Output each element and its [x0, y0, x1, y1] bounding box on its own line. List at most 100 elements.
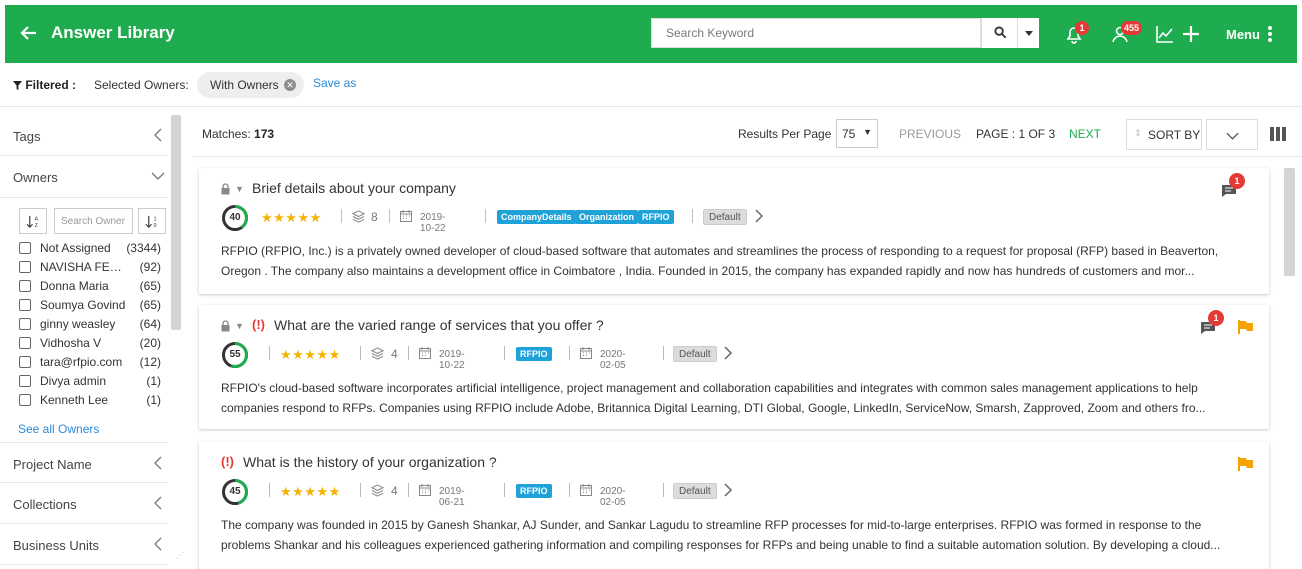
facet-business-units[interactable]: Business Units [0, 524, 168, 565]
owner-checkbox[interactable] [19, 356, 31, 368]
results-scrollbar[interactable] [1284, 168, 1295, 276]
search-input[interactable] [652, 19, 980, 47]
sort-alpha-icon: A Z [26, 215, 38, 229]
tag-badge[interactable]: CompanyDetails [497, 210, 576, 224]
search-button[interactable] [981, 18, 1017, 48]
resize-grip-icon[interactable]: ⋰ [176, 551, 186, 561]
matches-label: Matches: [202, 127, 251, 141]
owner-checkbox[interactable] [19, 280, 31, 292]
owner-checkbox[interactable] [19, 299, 31, 311]
facet-project-name[interactable]: Project Name [0, 442, 168, 483]
sort-by-button[interactable]: ⇕ SORT BY [1126, 119, 1202, 150]
score-value: 55 [229, 349, 241, 360]
next-page-button[interactable]: NEXT [1069, 127, 1101, 141]
results-per-page-select[interactable]: 75 ▼ [836, 119, 878, 148]
flag-icon[interactable] [1238, 457, 1254, 471]
owner-name: Not Assigned [40, 241, 111, 255]
updated-date: 2020-02-05 [600, 349, 626, 371]
previous-page-button[interactable]: PREVIOUS [899, 127, 961, 141]
caret-down-icon[interactable]: ▼ [235, 321, 244, 331]
updated-date: 2020-02-05 [600, 486, 626, 508]
filter-bar: Filtered : Selected Owners: With Owners … [0, 63, 1302, 107]
facet-owners[interactable]: Owners [0, 156, 168, 197]
tag-badge[interactable]: RFPIO [516, 347, 552, 361]
owner-checkbox[interactable] [19, 337, 31, 349]
owner-checkbox[interactable] [19, 242, 31, 254]
chevron-down-icon [1226, 132, 1239, 140]
chevron-right-icon[interactable] [723, 483, 733, 497]
owner-filter-item[interactable]: Divya admin (1) [19, 372, 161, 391]
sort-direction-dropdown[interactable] [1206, 119, 1258, 150]
answer-card[interactable]: ▼ Brief details about your company 1 40 … [199, 168, 1269, 294]
owner-count: (3344) [126, 241, 161, 255]
owner-filter-item[interactable]: NAVISHA FERNANDES (92) [19, 258, 161, 277]
caret-down-icon [1025, 31, 1033, 36]
search-options-dropdown[interactable] [1017, 18, 1039, 48]
filter-chip[interactable]: With Owners ✕ [197, 72, 304, 98]
owner-filter-item[interactable]: Donna Maria (65) [19, 277, 161, 296]
sidebar-scrollbar[interactable] [171, 115, 181, 330]
question-title[interactable]: What is the history of your organization… [243, 454, 497, 470]
answer-text: The company was founded in 2015 by Ganes… [221, 518, 1221, 552]
back-arrow-icon[interactable] [19, 21, 39, 45]
version-count: 8 [371, 210, 378, 224]
owner-checkbox[interactable] [19, 394, 31, 406]
remove-filter-icon[interactable]: ✕ [284, 79, 296, 91]
matches-count: 173 [254, 127, 275, 141]
columns-view-icon[interactable] [1270, 127, 1286, 141]
owner-filter-item[interactable]: tara@rfpio.com (12) [19, 353, 161, 372]
divider [569, 346, 570, 360]
chevron-right-icon[interactable] [723, 346, 733, 360]
results-toolbar: Matches: 173 Results Per Page 75 ▼ PREVI… [192, 107, 1302, 157]
created-date: 2019-06-21 [439, 486, 465, 508]
question-title[interactable]: What are the varied range of services th… [274, 317, 604, 333]
answer-card[interactable]: ▼ (!) What are the varied range of servi… [199, 305, 1269, 429]
menu-button[interactable]: Menu [1226, 27, 1260, 42]
owner-checkbox[interactable] [19, 261, 31, 273]
owner-filter-item[interactable]: Kenneth Lee (1) [19, 391, 161, 410]
owner-count: (65) [139, 298, 161, 312]
results-per-page-label: Results Per Page [738, 127, 832, 141]
default-badge: Default [673, 483, 717, 499]
tag-badge[interactable]: RFPIO [516, 484, 552, 498]
owner-search-input[interactable] [55, 209, 132, 233]
rating-stars: ★★★★★ [280, 347, 341, 362]
facet-tags[interactable]: Tags [0, 115, 168, 156]
divider [408, 346, 409, 360]
divider [663, 346, 664, 360]
owner-filter-item[interactable]: Vidhosha V (20) [19, 334, 161, 353]
owner-filter-item[interactable]: Soumya Govind (65) [19, 296, 161, 315]
question-title[interactable]: Brief details about your company [252, 180, 456, 196]
facet-collections[interactable]: Collections [0, 483, 168, 524]
tag-badge[interactable]: RFPIO [638, 210, 674, 224]
owner-filter-item[interactable]: Not Assigned (3344) [19, 239, 161, 258]
lock-icon [221, 320, 230, 332]
results-per-page-value: 75 [842, 127, 856, 141]
svg-text:1: 1 [153, 217, 156, 223]
save-as-link[interactable]: Save as [313, 76, 356, 90]
sort-az-button[interactable]: A Z [19, 208, 47, 234]
analytics-chart-icon[interactable] [1154, 24, 1176, 44]
score-value: 40 [229, 212, 241, 223]
app-title: Answer Library [51, 23, 175, 42]
chevron-right-icon[interactable] [754, 209, 764, 223]
svg-text:Z: Z [34, 223, 38, 229]
flag-icon[interactable] [1238, 320, 1254, 334]
svg-text:A: A [34, 217, 38, 223]
tag-badge[interactable]: Organization [575, 210, 639, 224]
owner-checkbox[interactable] [19, 318, 31, 330]
caret-down-icon[interactable]: ▼ [235, 184, 244, 194]
facet-tags-label: Tags [13, 129, 41, 144]
owner-filter-item[interactable]: ginny weasley (64) [19, 315, 161, 334]
filtered-text: Filtered : [25, 78, 77, 92]
sort-icon: ⇕ [1134, 128, 1142, 138]
chevron-left-icon [154, 537, 162, 551]
default-badge: Default [703, 209, 747, 225]
see-all-owners-link[interactable]: See all Owners [18, 422, 99, 436]
kebab-menu-icon[interactable] [1267, 25, 1273, 43]
owner-checkbox[interactable] [19, 375, 31, 387]
add-icon[interactable] [1180, 24, 1202, 44]
owner-name: NAVISHA FERNANDES [40, 260, 128, 274]
answer-card[interactable]: (!) What is the history of your organiza… [199, 442, 1269, 569]
sort-count-button[interactable]: 1 9 [138, 208, 166, 234]
